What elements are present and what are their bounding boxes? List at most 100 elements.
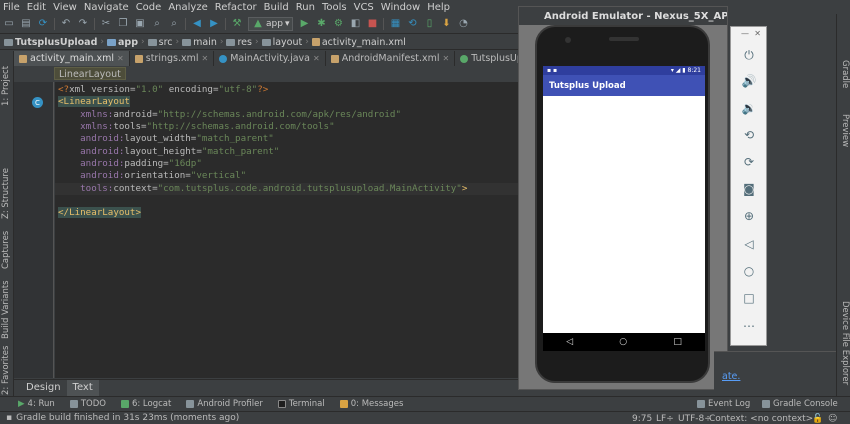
copy-icon[interactable]: ❐	[117, 18, 129, 30]
todo-tool-button[interactable]: TODO	[69, 399, 106, 409]
run-config-select[interactable]: ▲ app ▾	[248, 16, 294, 31]
save-all-icon[interactable]: ▤	[20, 18, 32, 30]
volume-down-icon[interactable]: 🔉	[739, 98, 759, 118]
zoom-icon[interactable]: ⊕	[739, 206, 759, 226]
gradle-console-button[interactable]: Gradle Console	[762, 399, 838, 409]
undo-icon[interactable]: ↶	[60, 18, 72, 30]
breadcrumb-item[interactable]: layout	[261, 37, 302, 48]
build-variants-tool-tab[interactable]: Build Variants	[1, 280, 11, 339]
menu-vcs[interactable]: VCS	[354, 2, 374, 13]
breadcrumb-item[interactable]: main	[182, 37, 217, 48]
close-icon[interactable]: ✕	[313, 54, 320, 63]
inspector-icon[interactable]: ☺	[828, 412, 837, 424]
more-icon[interactable]: ⋯	[739, 316, 759, 336]
volume-up-icon[interactable]: 🔊	[739, 71, 759, 91]
menu-edit[interactable]: Edit	[27, 2, 46, 13]
project-structure-icon[interactable]: ▦	[389, 18, 401, 30]
emulator-title[interactable]: Android Emulator - Nexus_5X_API_23:	[519, 7, 727, 25]
make-project-icon[interactable]: ⚒	[231, 18, 243, 30]
rotate-left-icon[interactable]: ⟲	[739, 125, 759, 145]
back-icon[interactable]: ◁	[739, 234, 759, 254]
profiler-tool-button[interactable]: Android Profiler	[186, 399, 263, 409]
home-icon[interactable]: ○	[739, 261, 759, 281]
avd-manager-icon[interactable]: ▯	[423, 18, 435, 30]
close-icon[interactable]: ✕	[754, 29, 761, 38]
back-nav-icon[interactable]: ◁	[566, 337, 573, 347]
file-encoding[interactable]: UTF-8÷	[678, 412, 712, 424]
debug-icon[interactable]: ✱	[315, 18, 327, 30]
context-indicator[interactable]: Context: <no context>	[709, 412, 813, 424]
sdk-manager-icon[interactable]: ⬇	[440, 18, 452, 30]
terminal-tool-button[interactable]: Terminal	[277, 399, 325, 409]
close-icon[interactable]: ✕	[117, 54, 124, 63]
menu-refactor[interactable]: Refactor	[215, 2, 257, 13]
screenshot-icon[interactable]: ◙	[739, 179, 759, 199]
code-editor[interactable]: <?xml version="1.0" encoding="utf-8"?> <…	[55, 82, 518, 378]
sync-icon[interactable]: ⟳	[37, 18, 49, 30]
tab-main-activity[interactable]: MainActivity.java ✕	[214, 51, 326, 66]
breadcrumb-item[interactable]: TutsplusUpload	[4, 37, 97, 48]
gradle-tool-tab[interactable]: Gradle	[840, 60, 850, 88]
overview-icon[interactable]: □	[739, 288, 759, 308]
caret-position[interactable]: 9:75	[632, 412, 652, 424]
menu-tools[interactable]: Tools	[322, 2, 347, 13]
menu-analyze[interactable]: Analyze	[168, 2, 207, 13]
rotate-right-icon[interactable]: ⟳	[739, 152, 759, 172]
event-log-button[interactable]: Event Log	[697, 399, 750, 409]
logcat-tool-button[interactable]: 6: Logcat	[120, 399, 171, 409]
menu-run[interactable]: Run	[296, 2, 315, 13]
forward-icon[interactable]: ▶	[208, 18, 220, 30]
tab-strings[interactable]: strings.xml ✕	[130, 51, 215, 66]
xml-file-icon	[19, 54, 27, 63]
breadcrumb-item[interactable]: activity_main.xml	[311, 37, 406, 48]
replace-icon[interactable]: ⌕	[168, 18, 180, 30]
coverage-icon[interactable]: ◧	[349, 18, 361, 30]
run-icon[interactable]: ▶	[298, 18, 310, 30]
cut-icon[interactable]: ✂	[100, 18, 112, 30]
captures-tool-tab[interactable]: Captures	[1, 231, 11, 269]
power-icon[interactable]: ⏻	[739, 45, 759, 65]
recents-nav-icon[interactable]: □	[673, 337, 682, 347]
redo-icon[interactable]: ↷	[77, 18, 89, 30]
open-folder-icon[interactable]: ▭	[3, 18, 15, 30]
breadcrumb-item[interactable]: res	[226, 37, 252, 48]
element-crumb[interactable]: LinearLayout	[54, 67, 126, 80]
tab-android-manifest[interactable]: AndroidManifest.xml ✕	[326, 51, 456, 66]
line-separator[interactable]: LF÷	[656, 412, 674, 424]
device-file-explorer-tool-tab[interactable]: Device File Explorer	[840, 301, 850, 385]
tab-text[interactable]: Text	[66, 380, 99, 396]
messages-tool-button[interactable]: 0: Messages	[339, 399, 403, 409]
menu-navigate[interactable]: Navigate	[84, 2, 129, 13]
close-icon[interactable]: ✕	[443, 54, 450, 63]
run-tool-button[interactable]: ▶ 4: Run	[18, 399, 55, 409]
sync-gradle-icon[interactable]: ⟲	[406, 18, 418, 30]
home-nav-icon[interactable]: ○	[619, 337, 627, 347]
menu-code[interactable]: Code	[136, 2, 162, 13]
attach-debugger-icon[interactable]: ⚙	[332, 18, 344, 30]
menu-view[interactable]: View	[53, 2, 77, 13]
menu-file[interactable]: File	[3, 2, 20, 13]
paste-icon[interactable]: ▣	[134, 18, 146, 30]
minimize-icon[interactable]: —	[741, 29, 749, 38]
tab-activity-main[interactable]: activity_main.xml ✕	[14, 51, 130, 66]
lock-icon[interactable]: 🔓	[812, 412, 823, 424]
structure-tool-tab[interactable]: Z: Structure	[1, 168, 11, 219]
back-icon[interactable]: ◀	[191, 18, 203, 30]
menu-help[interactable]: Help	[427, 2, 450, 13]
favorites-tool-tab[interactable]: 2: Favorites	[1, 346, 11, 395]
preview-tool-tab[interactable]: Preview	[840, 114, 850, 147]
menu-build[interactable]: Build	[264, 2, 289, 13]
breadcrumb-item[interactable]: app	[107, 37, 138, 48]
notification-link[interactable]: ate.	[722, 371, 740, 382]
breadcrumb-item[interactable]: src	[147, 37, 173, 48]
project-tool-tab[interactable]: 1: Project	[1, 66, 11, 106]
find-icon[interactable]: ⌕	[151, 18, 163, 30]
tab-design[interactable]: Design	[20, 380, 67, 396]
status-message[interactable]: Gradle build finished in 31s 23ms (momen…	[16, 413, 239, 423]
class-link-icon[interactable]: C	[32, 97, 43, 108]
device-monitor-icon[interactable]: ◔	[457, 18, 469, 30]
close-icon[interactable]: ✕	[202, 54, 209, 63]
menu-window[interactable]: Window	[381, 2, 420, 13]
stop-icon[interactable]: ■	[366, 18, 378, 30]
device-screen[interactable]: ▪ ▪ ▾ ◢ ▮ 8:21 Tutsplus Upload ◁ ○ □	[543, 66, 705, 351]
